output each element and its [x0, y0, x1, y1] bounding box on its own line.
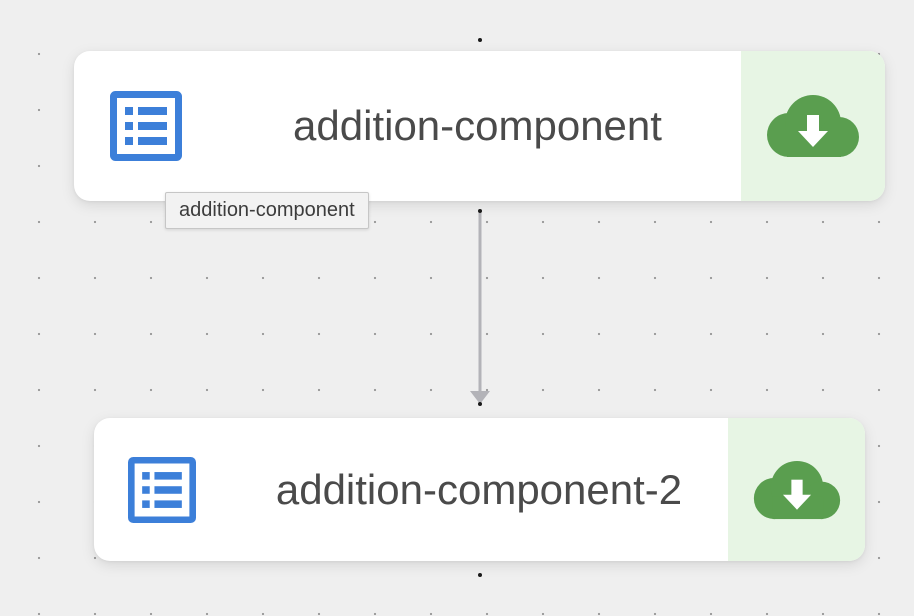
node-label: addition-component-2 — [275, 465, 683, 513]
component-node[interactable]: addition-component — [74, 51, 885, 201]
flow-canvas[interactable]: addition-component addition-component-2 … — [0, 0, 914, 616]
node-1-output-handle[interactable] — [478, 209, 482, 213]
cloud-download-icon — [767, 95, 859, 157]
node-type-icon-wrap — [74, 51, 218, 201]
node-2-input-handle[interactable] — [478, 402, 482, 406]
list-alt-icon — [128, 456, 196, 523]
node-1-input-handle[interactable] — [478, 38, 482, 42]
node-tooltip: addition-component — [165, 192, 369, 229]
download-button[interactable] — [728, 418, 865, 561]
download-button[interactable] — [741, 51, 885, 201]
node-type-icon-wrap — [94, 418, 230, 561]
node-label: addition-component — [293, 102, 662, 149]
component-node[interactable]: addition-component-2 — [94, 418, 865, 561]
list-alt-icon — [110, 91, 182, 161]
cloud-download-icon — [753, 460, 840, 519]
node-2-output-handle[interactable] — [478, 573, 482, 577]
